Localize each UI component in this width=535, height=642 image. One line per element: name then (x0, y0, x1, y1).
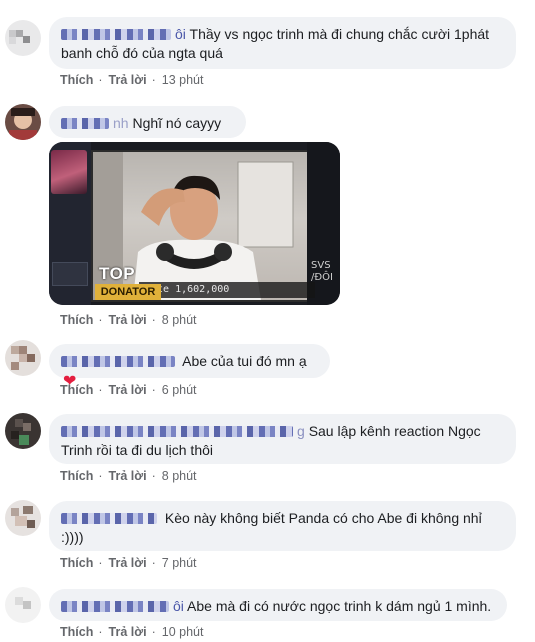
like-link[interactable]: Thích (60, 313, 93, 327)
like-link[interactable]: Thích (60, 625, 93, 639)
avatar[interactable] (5, 413, 41, 449)
comment-text-line-2: :)))) (61, 529, 84, 545)
author-name[interactable] (61, 29, 171, 40)
comment-bubble: nh Nghĩ nó cayyy (49, 106, 246, 138)
author-name[interactable] (61, 426, 293, 437)
comment-actions: Thích · Trả lời · 10 phút (60, 625, 212, 639)
avatar-image (11, 506, 35, 528)
reply-link[interactable]: Trả lời (109, 625, 147, 639)
comment-actions: Thích · Trả lời · 13 phút (60, 73, 212, 87)
author-name[interactable] (61, 601, 169, 612)
author-name-fragment: g (297, 423, 305, 439)
overlay-text: SVS/ĐÔI (311, 260, 333, 284)
avatar-image (15, 597, 31, 609)
timestamp[interactable]: 6 phút (162, 383, 197, 397)
avatar-image (11, 419, 31, 445)
timestamp[interactable]: 13 phút (162, 73, 204, 87)
avatar-image (9, 30, 30, 44)
separator: · (98, 313, 103, 327)
avatar[interactable] (5, 340, 41, 376)
avatar[interactable] (5, 20, 41, 56)
reply-link[interactable]: Trả lời (109, 73, 147, 87)
separator: · (151, 556, 156, 570)
avatar[interactable] (5, 500, 41, 536)
author-name-fragment: ôi (173, 598, 184, 614)
item-slot (52, 262, 88, 286)
separator: · (151, 313, 156, 327)
author-name-fragment: nh (113, 115, 129, 131)
separator: · (98, 383, 103, 397)
author-name[interactable] (61, 356, 175, 367)
timestamp[interactable]: 8 phút (162, 469, 197, 483)
top-badge: TOP (99, 264, 136, 283)
separator: · (98, 556, 103, 570)
like-link[interactable]: Thích (60, 556, 93, 570)
avatar[interactable] (5, 104, 41, 140)
like-link[interactable]: Thích (60, 383, 93, 397)
comment-bubble: ôi Abe mà đi có nước ngọc trinh k dám ng… (49, 589, 507, 621)
separator: · (98, 625, 103, 639)
attached-image[interactable]: SVS/ĐÔI nate 1,602,000 TOP DONATOR (49, 142, 340, 305)
comment-text-line-1: Sau lập kênh reaction Ngọc (308, 423, 481, 439)
donator-badge: DONATOR (95, 284, 161, 300)
overlay-label: SVS (311, 260, 331, 271)
comment-text: Nghĩ nó cayyy (132, 115, 222, 131)
comment-actions: Thích · Trả lời · 6 phút (60, 383, 206, 397)
separator: · (98, 469, 103, 483)
comment-actions: Thích · Trả lời · 8 phút (60, 469, 206, 483)
timestamp[interactable]: 7 phút (162, 556, 197, 570)
avatar-image (11, 346, 35, 370)
timestamp[interactable]: 8 phút (162, 313, 197, 327)
comment-actions: Thích · Trả lời · 8 phút (60, 313, 206, 327)
comment-text-line-1: Kèo này không biết Panda có cho Abe đi k… (164, 510, 482, 526)
comment-bubble: Kèo này không biết Panda có cho Abe đi k… (49, 501, 516, 551)
separator: · (98, 73, 103, 87)
like-link[interactable]: Thích (60, 469, 93, 483)
champion-portrait (51, 150, 87, 194)
separator: · (151, 469, 156, 483)
like-link[interactable]: Thích (60, 73, 93, 87)
avatar-image (9, 108, 37, 140)
separator: · (151, 383, 156, 397)
reply-link[interactable]: Trả lời (109, 469, 147, 483)
author-name[interactable] (61, 118, 109, 129)
reply-link[interactable]: Trả lời (109, 383, 147, 397)
donate-bar: nate 1,602,000 (139, 282, 315, 298)
comment-text: Abe của tui đó mn ạ (182, 353, 307, 369)
reply-link[interactable]: Trả lời (109, 556, 147, 570)
comment-actions: Thích · Trả lời · 7 phút (60, 556, 206, 570)
comment-text-line-2: Trinh rồi ta đi du lịch thôi (61, 442, 213, 458)
timestamp[interactable]: 10 phút (162, 625, 204, 639)
separator: · (151, 625, 156, 639)
comment-bubble: ôi Thầy vs ngọc trinh mà đi chung chắc c… (49, 17, 516, 69)
author-name-fragment: ôi (175, 26, 186, 42)
avatar[interactable] (5, 587, 41, 623)
separator: · (151, 73, 156, 87)
comment-bubble: Abe của tui đó mn ạ❤ (49, 344, 330, 390)
comment-bubble: g Sau lập kênh reaction Ngọc Trinh rồi t… (49, 414, 516, 464)
reply-link[interactable]: Trả lời (109, 313, 147, 327)
comment-text: Abe mà đi có nước ngọc trinh k dám ngủ 1… (187, 598, 492, 614)
author-name[interactable] (61, 513, 157, 524)
